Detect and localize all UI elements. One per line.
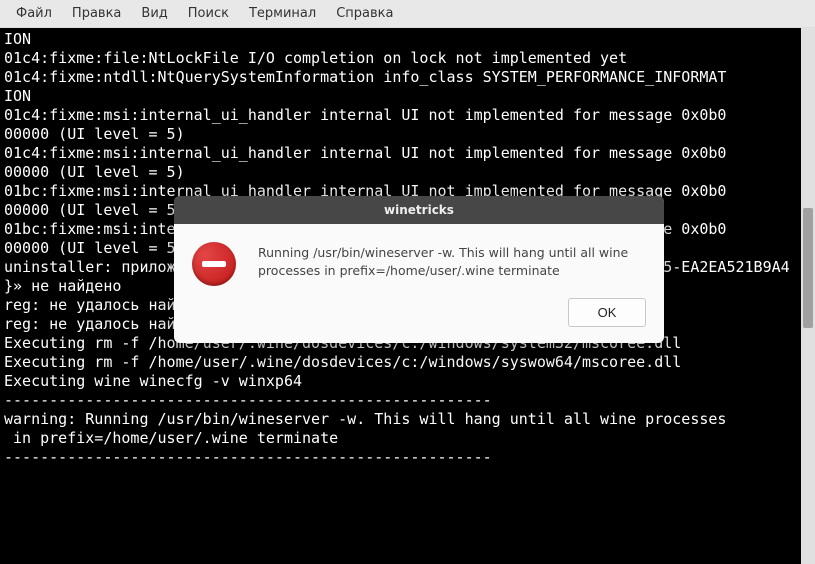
winetricks-dialog: winetricks Running /usr/bin/wineserver -… <box>174 196 664 343</box>
menubar: Файл Правка Вид Поиск Терминал Справка <box>0 0 815 28</box>
terminal-line: 01c4:fixme:ntdll:NtQuerySystemInformatio… <box>4 68 811 87</box>
terminal-line: Executing wine winecfg -v winxp64 <box>4 372 811 391</box>
terminal-line: Executing rm -f /home/user/.wine/dosdevi… <box>4 353 811 372</box>
terminal-window: Файл Правка Вид Поиск Терминал Справка I… <box>0 0 815 564</box>
terminal-line: in prefix=/home/user/.wine terminate <box>4 429 811 448</box>
dialog-titlebar[interactable]: winetricks <box>174 196 664 224</box>
menu-item-search[interactable]: Поиск <box>178 2 239 25</box>
terminal-line: 01c4:fixme:file:NtLockFile I/O completio… <box>4 49 811 68</box>
error-icon <box>192 242 236 286</box>
terminal-line: 00000 (UI level = 5) <box>4 125 811 144</box>
dialog-title: winetricks <box>384 203 454 217</box>
dialog-message: Running /usr/bin/wineserver -w. This wil… <box>258 242 646 286</box>
terminal-line: 01c4:fixme:msi:internal_ui_handler inter… <box>4 144 811 163</box>
terminal-line: ION <box>4 30 811 49</box>
menu-item-edit[interactable]: Правка <box>62 2 131 25</box>
scrollbar-thumb[interactable] <box>803 208 813 328</box>
terminal-line: 01c4:fixme:msi:internal_ui_handler inter… <box>4 106 811 125</box>
menu-item-file[interactable]: Файл <box>6 2 62 25</box>
terminal-line: 00000 (UI level = 5) <box>4 163 811 182</box>
terminal-line: ION <box>4 87 811 106</box>
dialog-body: Running /usr/bin/wineserver -w. This wil… <box>174 224 664 298</box>
dialog-icon-wrap <box>192 242 240 286</box>
terminal-line: warning: Running /usr/bin/wineserver -w.… <box>4 410 811 429</box>
ok-button[interactable]: OK <box>568 298 646 327</box>
menu-item-view[interactable]: Вид <box>131 2 177 25</box>
menu-item-terminal[interactable]: Терминал <box>239 2 326 25</box>
terminal-line: ----------------------------------------… <box>4 391 811 410</box>
terminal-line: ----------------------------------------… <box>4 448 811 467</box>
scrollbar[interactable] <box>801 28 815 564</box>
menu-item-help[interactable]: Справка <box>326 2 403 25</box>
dialog-button-row: OK <box>174 298 664 343</box>
